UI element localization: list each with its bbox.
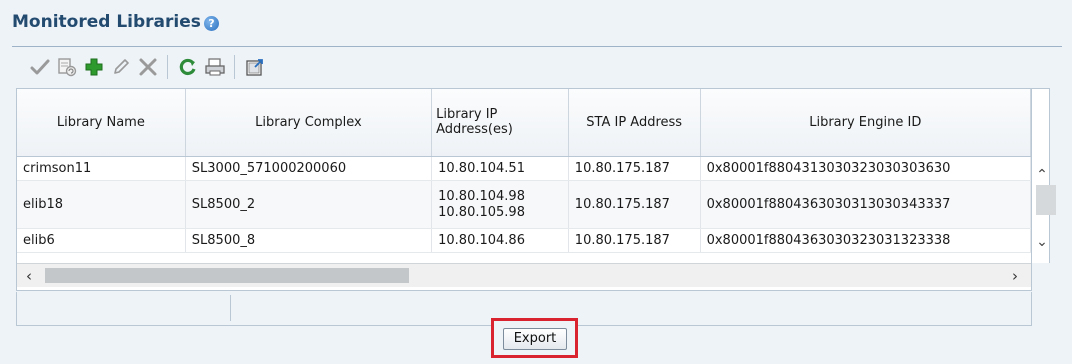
cell-sta-ip: 10.80.175.187	[568, 228, 701, 253]
column-header[interactable]: STA IP Address	[568, 89, 701, 157]
detach-icon[interactable]	[241, 54, 268, 80]
cell-library-ip: 10.80.104.98 10.80.105.98	[431, 180, 569, 229]
scroll-up-icon[interactable]: ⌃	[1034, 167, 1050, 183]
column-header[interactable]: Library Engine ID	[700, 89, 1032, 157]
table-header-row: Library Name Library Complex Library IP …	[17, 89, 1032, 157]
cell-library-name: elib6	[17, 228, 186, 253]
panel-title: Monitored Libraries	[12, 12, 201, 32]
header-divider	[12, 46, 1062, 47]
toolbar-separator	[234, 55, 235, 79]
panel-header: Monitored Libraries ?	[12, 8, 219, 36]
horizontal-scroll-thumb[interactable]	[45, 268, 409, 283]
cell-library-complex: SL3000_571000200060	[185, 156, 433, 181]
help-icon[interactable]: ?	[203, 15, 219, 31]
toolbar	[26, 50, 268, 84]
cell-library-ip: 10.80.104.51	[431, 156, 569, 181]
add-icon[interactable]	[80, 54, 107, 80]
scroll-down-icon[interactable]: ⌄	[1034, 234, 1050, 250]
table-row[interactable]: elib18 SL8500_2 10.80.104.98 10.80.105.9…	[17, 180, 1032, 229]
table-row[interactable]: crimson11 SL3000_571000200060 10.80.104.…	[17, 156, 1032, 181]
cell-engine-id: 0x80001f8804363030323031323338	[700, 228, 1032, 253]
ip-line: 10.80.104.98	[438, 189, 525, 204]
export-button[interactable]: Export	[503, 328, 567, 350]
monitored-libraries-panel: Monitored Libraries ? Library Name Libra…	[0, 0, 1072, 364]
ip-line: 10.80.105.98	[438, 205, 525, 220]
cell-sta-ip: 10.80.175.187	[568, 180, 701, 229]
print-icon[interactable]	[201, 54, 228, 80]
export-highlight: Export	[491, 318, 578, 358]
table-row[interactable]: elib6 SL8500_8 10.80.104.86 10.80.175.18…	[17, 228, 1032, 253]
column-header[interactable]: Library Name	[17, 89, 186, 157]
scroll-right-icon[interactable]: ›	[1007, 267, 1023, 285]
cell-engine-id: 0x80001f8804363030313030343337	[700, 180, 1032, 229]
scroll-left-icon[interactable]: ‹	[21, 267, 37, 285]
toolbar-separator	[167, 55, 168, 79]
libraries-table: Library Name Library Complex Library IP …	[16, 88, 1032, 291]
cell-engine-id: 0x80001f8804313030323030303630	[700, 156, 1032, 181]
check-icon[interactable]	[26, 54, 53, 80]
refresh-config-icon[interactable]	[53, 54, 80, 80]
refresh-icon[interactable]	[174, 54, 201, 80]
vertical-scroll-thumb[interactable]	[1036, 185, 1056, 215]
delete-x-icon[interactable]	[134, 54, 161, 80]
column-header[interactable]: Library Complex	[185, 89, 433, 157]
cell-library-name: elib18	[17, 180, 186, 229]
column-header[interactable]: Library IP Address(es)	[431, 89, 569, 157]
cell-library-complex: SL8500_8	[185, 228, 433, 253]
cell-library-name: crimson11	[17, 156, 186, 181]
footer-divider	[230, 295, 231, 321]
horizontal-scrollbar[interactable]: ‹ ›	[17, 263, 1031, 287]
cell-library-ip: 10.80.104.86	[431, 228, 569, 253]
edit-pencil-icon[interactable]	[107, 54, 134, 80]
cell-library-complex: SL8500_2	[185, 180, 433, 229]
cell-sta-ip: 10.80.175.187	[568, 156, 701, 181]
